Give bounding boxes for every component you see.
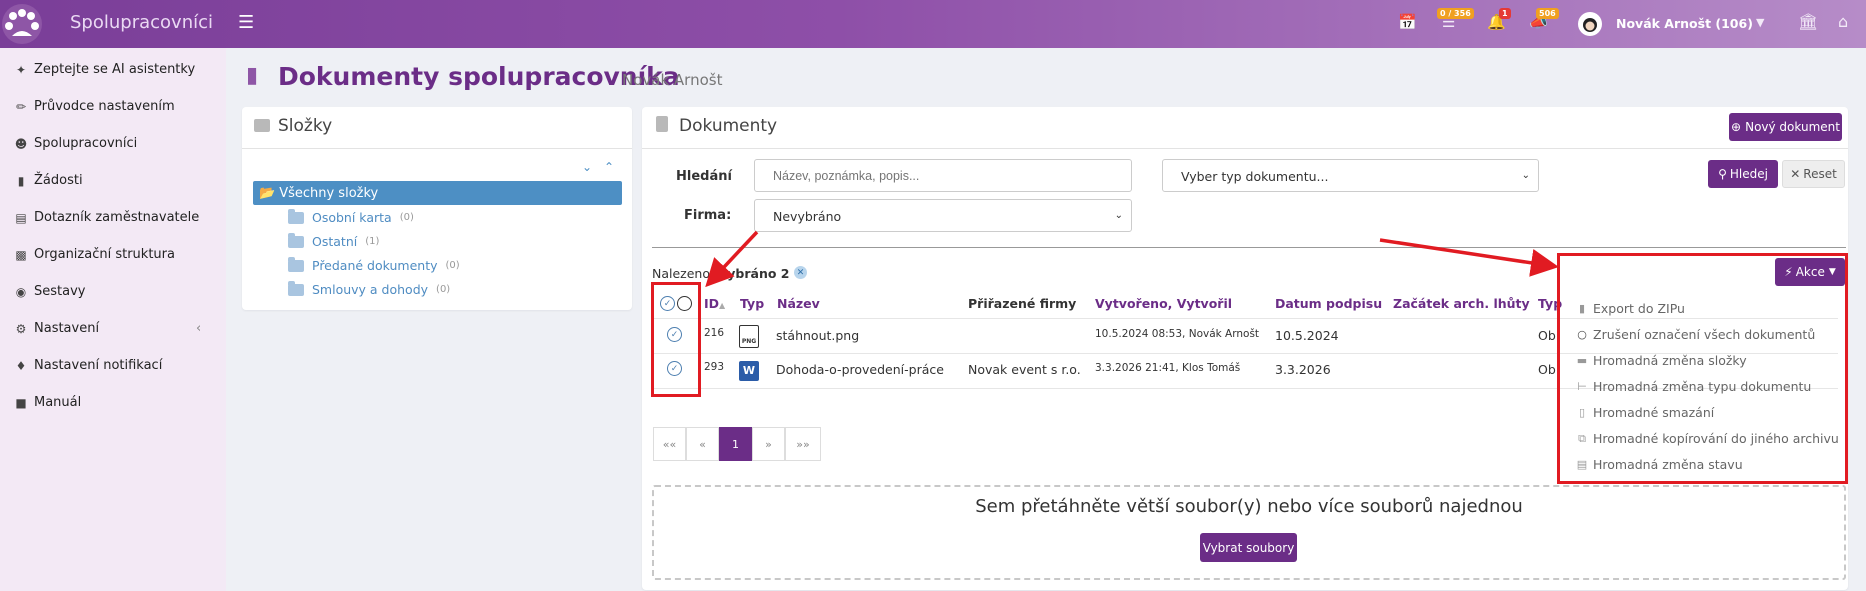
annotation-arrow-right [1379, 238, 1559, 277]
annotation-arrows [705, 230, 1559, 288]
annotation-arrow-left [705, 230, 759, 288]
